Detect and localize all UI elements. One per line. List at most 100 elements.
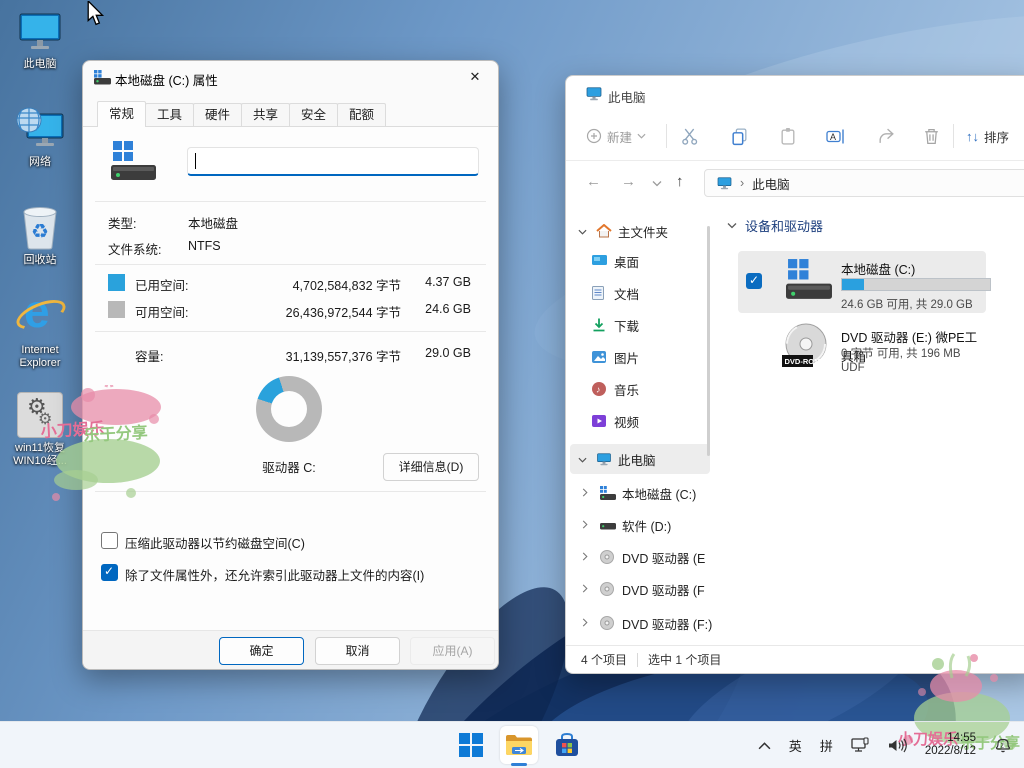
tab-quota[interactable]: 配额 [337,103,386,126]
taskbar-clock[interactable]: 14:55 2022/8/12 [925,732,976,758]
microsoft-store-taskbar-button[interactable] [548,726,586,764]
forward-icon[interactable]: → [621,173,636,190]
compress-checkbox[interactable] [101,532,118,549]
explorer-main-pane: 设备和驱动器 本地磁盘 (C:) 24.6 GB 可用, 共 29.0 GB [713,206,1024,646]
nav-music[interactable]: ♪ 音乐 [570,374,713,404]
cut-button[interactable] [681,124,700,148]
chevron-up-icon[interactable] [758,741,771,750]
used-size: 4.37 GB [425,275,471,289]
tab-security[interactable]: 安全 [289,103,338,126]
tab-sharing[interactable]: 共享 [241,103,290,126]
chevron-down-icon [578,229,587,235]
this-pc-icon [2,8,78,54]
dialog-titlebar[interactable]: 本地磁盘 (C:) 属性 ✕ [83,61,498,93]
chevron-down-icon [637,133,646,139]
copy-button[interactable] [730,124,749,148]
nav-item-label: DVD 驱动器 (F [622,580,705,599]
cancel-button[interactable]: 取消 [315,637,400,665]
close-icon[interactable]: ✕ [460,65,490,89]
nav-dvd-e[interactable]: DVD 驱动器 (E [570,542,713,572]
tab-hardware[interactable]: 硬件 [193,103,242,126]
capacity-label: 容量: [135,346,163,365]
language-indicator[interactable]: 英 [789,736,802,755]
desktop-icon-internet-explorer[interactable]: e Internet Explorer [2,294,78,370]
drive-usage-bar-fill [842,279,864,290]
microsoft-store-icon [554,732,580,758]
sort-button[interactable]: ↑↓ 排序 [966,124,1009,148]
nav-documents[interactable]: 文档 [570,278,713,308]
tab-general[interactable]: 常规 [97,101,146,127]
explorer-toolbar: 新建 A ↑↓ 排序 [566,112,1024,161]
ime-indicator[interactable]: 拼 [820,736,833,755]
nav-this-pc-label: 此电脑 [618,450,656,469]
system-tray: 英 拼 14:55 2022/8/12 z [758,722,1024,768]
breadcrumb-this-pc[interactable]: 此电脑 [752,174,790,193]
drive-tile-dvd-e[interactable]: DVD-ROM DVD 驱动器 (E:) 微PE工具箱 0 字节 可用, 共 1… [738,319,986,381]
delete-button[interactable] [922,124,941,148]
address-box[interactable]: › 此电脑 [704,169,1024,197]
nav-desktop[interactable]: 桌面 [570,246,713,276]
dvd-icon [600,616,622,630]
explorer-titlebar[interactable]: 此电脑 [566,76,1024,112]
nav-item-label: 文档 [614,284,639,303]
group-header-devices[interactable]: 设备和驱动器 [727,216,823,235]
disk-usage-donut [256,376,322,442]
svg-text:A: A [830,132,836,142]
speaker-icon[interactable] [888,738,907,753]
capacity-size: 29.0 GB [425,346,471,360]
network-tray-icon[interactable] [851,737,870,754]
file-explorer-taskbar-button[interactable] [500,726,538,764]
nav-home[interactable]: 主文件夹 [570,216,710,246]
desktop-icon-this-pc[interactable]: 此电脑 [2,8,78,71]
nav-dvd-f[interactable]: DVD 驱动器 (F [570,574,713,604]
back-icon[interactable]: ← [586,173,601,190]
index-checkbox[interactable] [101,564,118,581]
desktop-folder-icon [592,255,614,267]
desktop-icon-recycle-bin[interactable]: ♻ 回收站 [2,204,78,267]
network-icon [2,106,78,152]
rename-button[interactable]: A [826,124,846,148]
dvd-icon [600,550,622,564]
drive-info: 0 字节 可用, 共 196 MB [841,345,961,361]
nav-videos[interactable]: 视频 [570,406,713,436]
divider [95,331,486,332]
divider [95,201,486,202]
tab-tools[interactable]: 工具 [145,103,194,126]
desktop-icon-network[interactable]: 网络 [2,106,78,169]
taskbar: 小刀娱乐 乐于分享 [0,721,1024,768]
mouse-cursor [86,1,106,27]
explorer-body: 主文件夹 桌面 文档 下载 [566,206,1024,646]
new-button[interactable]: 新建 [586,124,646,148]
nav-drive-d[interactable]: 软件 (D:) [570,510,713,540]
rename-icon: A [826,127,846,146]
recent-locations-chevron-icon[interactable] [652,180,662,187]
free-bytes: 26,436,972,544 字节 [286,302,401,321]
volume-name-input[interactable] [187,147,479,176]
nav-item-label: 音乐 [614,380,639,399]
nav-downloads[interactable]: 下载 [570,310,713,340]
used-legend-swatch [108,274,125,291]
dvd-icon [600,582,622,596]
nav-this-pc[interactable]: 此电脑 [570,444,710,474]
nav-pictures[interactable]: 图片 [570,342,713,372]
notification-bell-icon[interactable]: z [994,737,1012,754]
navigation-pane: 主文件夹 桌面 文档 下载 [566,206,713,646]
details-button[interactable]: 详细信息(D) [383,453,479,481]
nav-scrollbar[interactable] [707,226,710,456]
filesystem-label: 文件系统: [108,239,161,258]
ok-button[interactable]: 确定 [219,637,304,665]
up-icon[interactable]: ↑ [676,173,684,190]
apply-button[interactable]: 应用(A) [410,637,495,665]
start-button[interactable] [452,726,490,764]
drive-tile-c[interactable]: 本地磁盘 (C:) 24.6 GB 可用, 共 29.0 GB [738,251,986,313]
nav-dvd-f2[interactable]: DVD 驱动器 (F:) [570,608,713,638]
chevron-right-icon [582,584,588,593]
share-button[interactable] [877,124,896,148]
plus-circle-icon [586,128,602,144]
paste-button[interactable] [779,124,798,148]
nav-drive-c[interactable]: 本地磁盘 (C:) [570,478,713,508]
taskbar-center [452,722,586,768]
group-header-label: 设备和驱动器 [745,216,823,235]
selection-checkbox[interactable] [746,273,762,289]
this-pc-crumb-icon [717,177,732,190]
